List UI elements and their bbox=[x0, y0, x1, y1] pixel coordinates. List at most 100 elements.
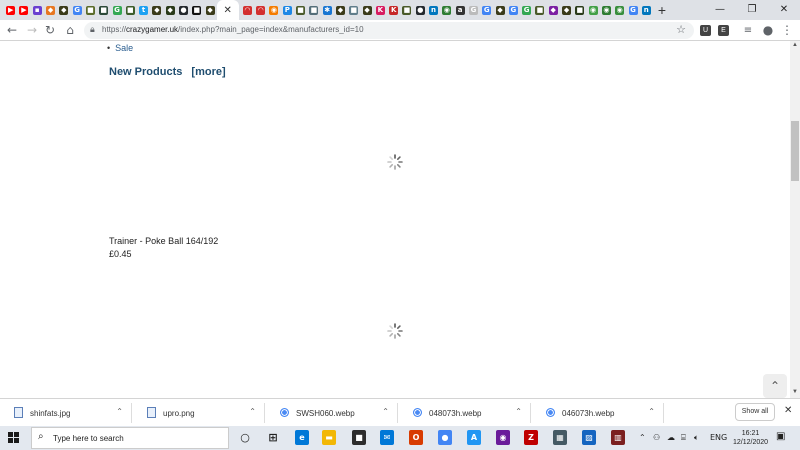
browser-tab[interactable]: ◉ bbox=[613, 0, 626, 20]
browser-tab[interactable]: ◆ bbox=[360, 0, 373, 20]
windows-start-icon[interactable] bbox=[8, 432, 20, 444]
scroll-up-icon[interactable]: ▲ bbox=[792, 42, 798, 48]
download-options-chevron-icon[interactable]: ⌃ bbox=[515, 407, 522, 416]
browser-tab[interactable]: ■ bbox=[573, 0, 586, 20]
media-icon[interactable]: ◉ bbox=[496, 430, 510, 445]
back-button[interactable]: ← bbox=[2, 20, 22, 41]
forward-button[interactable]: → bbox=[22, 20, 42, 41]
browser-tab[interactable]: ▶ bbox=[4, 0, 17, 20]
browser-tab[interactable]: ◉ bbox=[586, 0, 599, 20]
photos-icon[interactable]: ▨ bbox=[582, 430, 596, 445]
browser-tab[interactable]: ◆ bbox=[334, 0, 347, 20]
browser-tab[interactable]: ■ bbox=[97, 0, 110, 20]
browser-tab[interactable]: G bbox=[520, 0, 533, 20]
download-options-chevron-icon[interactable]: ⌃ bbox=[648, 407, 655, 416]
reload-button[interactable]: ↻ bbox=[40, 20, 60, 41]
taskbar-search-box[interactable]: ⌕ Type here to search bbox=[31, 427, 229, 449]
browser-tab[interactable]: t bbox=[137, 0, 150, 20]
download-item[interactable]: SWSH060.webp ⌃ bbox=[270, 403, 398, 423]
notification-icon[interactable]: ▣ bbox=[776, 431, 785, 442]
browser-tab[interactable]: ◆ bbox=[547, 0, 560, 20]
browser-tab[interactable]: ■ bbox=[347, 0, 360, 20]
download-item[interactable]: 048073h.webp ⌃ bbox=[403, 403, 531, 423]
browser-tab[interactable]: ● bbox=[177, 0, 190, 20]
more-link[interactable]: [more] bbox=[191, 66, 225, 78]
chrome-icon[interactable]: ● bbox=[438, 430, 452, 445]
browser-tab[interactable]: ◠ bbox=[241, 0, 254, 20]
office-icon[interactable]: O bbox=[409, 430, 423, 445]
close-window-button[interactable]: ✕ bbox=[768, 0, 800, 20]
browser-tab[interactable]: ■ bbox=[533, 0, 546, 20]
browser-tab[interactable]: ◆ bbox=[164, 0, 177, 20]
browser-tab[interactable]: K bbox=[387, 0, 400, 20]
browser-tab[interactable]: ■ bbox=[84, 0, 97, 20]
task-view-icon[interactable]: ○ bbox=[238, 430, 252, 445]
product-name[interactable]: Trainer - Poke Ball 164/192 bbox=[109, 236, 218, 246]
url-text[interactable]: https://crazygamer.uk/index.php?main_pag… bbox=[102, 25, 364, 34]
extension-e-icon[interactable]: E bbox=[718, 25, 729, 36]
edge-icon[interactable]: e bbox=[295, 430, 309, 445]
minimize-button[interactable]: — bbox=[704, 0, 736, 20]
browser-tab[interactable]: n bbox=[640, 0, 653, 20]
browser-tab[interactable]: ◆ bbox=[44, 0, 57, 20]
show-all-button[interactable]: Show all bbox=[735, 403, 775, 421]
close-downloads-icon[interactable]: ✕ bbox=[784, 405, 792, 416]
store-icon[interactable]: ■ bbox=[352, 430, 366, 445]
timeline-icon[interactable]: ⊞ bbox=[266, 430, 280, 445]
browser-tab[interactable]: ■ bbox=[307, 0, 320, 20]
restore-button[interactable]: ❐ bbox=[736, 0, 768, 20]
filezilla-icon[interactable]: Z bbox=[524, 430, 538, 445]
profile-avatar[interactable]: ● bbox=[758, 20, 778, 41]
download-item[interactable]: 046073h.webp ⌃ bbox=[536, 403, 664, 423]
clock[interactable]: 16:21 12/12/2020 bbox=[733, 429, 768, 447]
browser-tab[interactable]: ◆ bbox=[560, 0, 573, 20]
app-store-icon[interactable]: A bbox=[467, 430, 481, 445]
browser-tab[interactable]: P bbox=[281, 0, 294, 20]
active-tab[interactable]: ✕ bbox=[216, 0, 239, 20]
browser-tab[interactable]: ◉ bbox=[600, 0, 613, 20]
browser-tab[interactable]: ▶ bbox=[17, 0, 30, 20]
browser-tab[interactable]: ● bbox=[414, 0, 427, 20]
browser-tab[interactable]: ▪ bbox=[31, 0, 44, 20]
language-indicator[interactable]: ENG bbox=[710, 433, 727, 442]
download-item[interactable]: shinfats.jpg ⌃ bbox=[4, 403, 132, 423]
address-bar[interactable]: 🔒︎ https://crazygamer.uk/index.php?main_… bbox=[84, 22, 694, 39]
browser-tab[interactable]: ■ bbox=[124, 0, 137, 20]
browser-tab[interactable]: ◆ bbox=[57, 0, 70, 20]
extension-u-icon[interactable]: U bbox=[700, 25, 711, 36]
browser-tab[interactable]: n bbox=[427, 0, 440, 20]
browser-tab[interactable]: G bbox=[480, 0, 493, 20]
close-tab-icon[interactable]: ✕ bbox=[224, 5, 232, 16]
download-options-chevron-icon[interactable]: ⌃ bbox=[249, 407, 256, 416]
playlist-icon[interactable]: ≡ bbox=[738, 20, 758, 41]
browser-tab[interactable]: G bbox=[626, 0, 639, 20]
download-options-chevron-icon[interactable]: ⌃ bbox=[382, 407, 389, 416]
browser-tab[interactable]: ■ bbox=[400, 0, 413, 20]
new-tab-button[interactable]: + bbox=[653, 2, 671, 18]
browser-tab[interactable]: ◠ bbox=[254, 0, 267, 20]
download-item[interactable]: upro.png ⌃ bbox=[137, 403, 265, 423]
browser-tab[interactable]: ◆ bbox=[493, 0, 506, 20]
browser-tab[interactable]: K bbox=[374, 0, 387, 20]
browser-tab[interactable]: G bbox=[467, 0, 480, 20]
bookmark-star-icon[interactable]: ☆ bbox=[676, 23, 686, 36]
browser-tab[interactable]: ◆ bbox=[203, 0, 216, 20]
back-to-top-button[interactable]: ⌃ bbox=[763, 374, 787, 398]
scroll-down-icon[interactable]: ▼ bbox=[792, 389, 798, 395]
file-explorer-icon[interactable]: ▬ bbox=[322, 430, 336, 445]
mail-icon[interactable]: ✉ bbox=[380, 430, 394, 445]
browser-tab[interactable]: ■ bbox=[294, 0, 307, 20]
menu-icon[interactable]: ⋮ bbox=[777, 20, 797, 41]
download-options-chevron-icon[interactable]: ⌃ bbox=[116, 407, 123, 416]
scroll-thumb[interactable] bbox=[791, 121, 799, 181]
sale-link[interactable]: Sale bbox=[107, 43, 133, 53]
people-icon[interactable]: ⚇ bbox=[653, 433, 660, 442]
volume-icon[interactable]: 🔈︎ bbox=[694, 433, 699, 443]
home-button[interactable]: ⌂ bbox=[60, 20, 80, 41]
calculator-icon[interactable]: ▦ bbox=[553, 430, 567, 445]
browser-tab[interactable]: ◉ bbox=[267, 0, 280, 20]
browser-tab[interactable]: ◆ bbox=[150, 0, 163, 20]
winrar-icon[interactable]: ▥ bbox=[611, 430, 625, 445]
new-products-title[interactable]: New Products bbox=[109, 66, 182, 78]
network-icon[interactable]: ⌸ bbox=[681, 433, 686, 443]
